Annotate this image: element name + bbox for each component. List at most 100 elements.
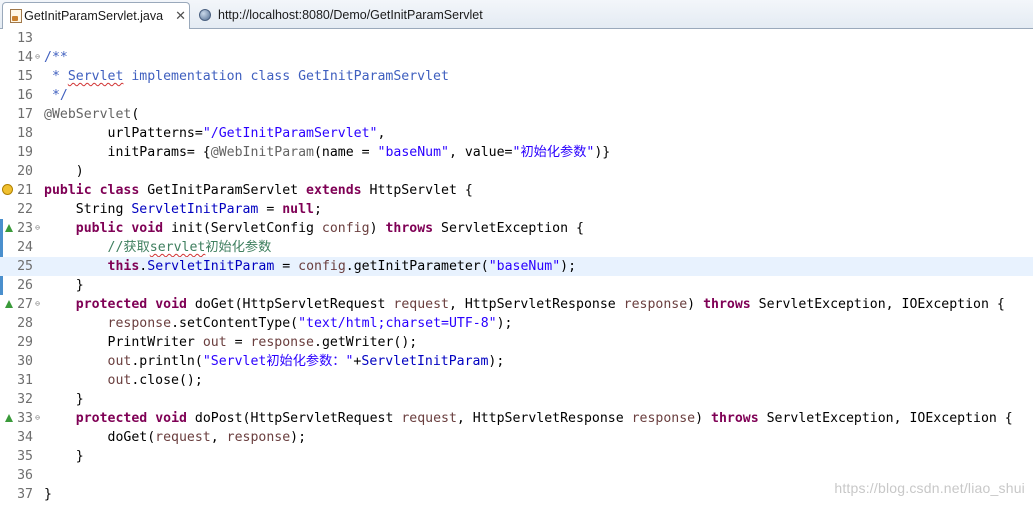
code-token: ; xyxy=(313,202,322,217)
code-token: } xyxy=(44,487,52,502)
code-token: ServletException, IOException { xyxy=(758,411,1013,426)
line-number: 14 xyxy=(17,50,33,65)
code-line[interactable]: 15 * Servlet implementation class GetIni… xyxy=(0,67,1033,86)
override-marker-icon[interactable] xyxy=(5,300,13,308)
line-number: 36 xyxy=(17,468,33,483)
line-number: 17 xyxy=(17,107,33,122)
code-editor[interactable]: 13 14 ⊖/** 15 * Servlet implementation cl… xyxy=(0,29,1033,506)
code-token: , HttpServletResponse xyxy=(448,297,624,312)
code-token: request xyxy=(401,411,457,426)
override-marker-icon[interactable] xyxy=(5,224,13,232)
code-line[interactable]: 18 urlPatterns="/GetInitParamServlet", xyxy=(0,124,1033,143)
code-token: throws xyxy=(711,411,759,426)
line-number: 24 xyxy=(17,240,33,255)
code-token: .println( xyxy=(131,354,203,369)
code-line[interactable]: 33 ⊖ protected void doPost(HttpServletReq… xyxy=(0,409,1033,428)
code-token: doGet( xyxy=(107,430,156,445)
code-line[interactable]: 29 PrintWriter out = response.getWriter(… xyxy=(0,333,1033,352)
fold-collapse-icon[interactable]: ⊖ xyxy=(33,299,42,308)
code-token: urlPatterns= xyxy=(107,126,203,141)
code-token: ); xyxy=(488,354,505,369)
code-line[interactable]: 20 ) xyxy=(0,162,1033,181)
code-token: )} xyxy=(594,145,611,160)
code-line[interactable]: 23 ⊖ public void init(ServletConfig confi… xyxy=(0,219,1033,238)
code-token: response xyxy=(107,316,172,331)
fold-collapse-icon[interactable]: ⊖ xyxy=(33,52,42,61)
code-line-current[interactable]: 25 this.ServletInitParam = config.getIni… xyxy=(0,257,1033,276)
code-token: , HttpServletResponse xyxy=(456,411,632,426)
code-line[interactable]: 30 out.println("Servlet初始化参数："+ServletIn… xyxy=(0,352,1033,371)
warning-icon[interactable] xyxy=(2,184,13,195)
globe-icon xyxy=(197,7,213,23)
code-token: ServletInitParam xyxy=(361,354,489,369)
code-line[interactable]: 19 initParams= {@WebInitParam(name = "ba… xyxy=(0,143,1033,162)
code-line[interactable]: 17 @WebServlet( xyxy=(0,105,1033,124)
java-file-icon xyxy=(8,8,22,24)
code-token: String xyxy=(75,202,132,217)
code-token: ServletException { xyxy=(433,221,584,236)
line-number: 19 xyxy=(17,145,33,160)
code-token: * xyxy=(44,69,68,84)
code-line[interactable]: 31 out.close(); xyxy=(0,371,1033,390)
line-number: 18 xyxy=(17,126,33,141)
close-icon[interactable]: ✕ xyxy=(172,8,189,24)
code-token: response xyxy=(631,411,696,426)
line-number: 32 xyxy=(17,392,33,407)
code-token: PrintWriter xyxy=(107,335,203,350)
code-token: out xyxy=(107,354,132,369)
fold-collapse-icon[interactable]: ⊖ xyxy=(33,413,42,422)
override-marker-icon[interactable] xyxy=(5,414,13,422)
code-line[interactable]: 21 public class GetInitParamServlet exten… xyxy=(0,181,1033,200)
code-line[interactable]: 22 String ServletInitParam = null; xyxy=(0,200,1033,219)
tab-browser-localhost[interactable]: http://localhost:8080/Demo/GetInitParamS… xyxy=(192,2,512,27)
tab-getinitparamservlet-java[interactable]: GetInitParamServlet.java ✕ xyxy=(2,2,190,29)
tab-label: GetInitParamServlet.java xyxy=(24,9,164,23)
code-token: void xyxy=(155,297,187,312)
line-number: 37 xyxy=(17,487,33,502)
code-token: config xyxy=(298,259,346,274)
code-line[interactable]: 26 } xyxy=(0,276,1033,295)
code-token: } xyxy=(44,278,84,293)
code-line[interactable]: 28 response.setContentType("text/html;ch… xyxy=(0,314,1033,333)
code-token: , xyxy=(210,430,227,445)
code-token: public xyxy=(44,183,92,198)
code-line[interactable]: 14 ⊖/** xyxy=(0,48,1033,67)
code-token: void xyxy=(155,411,187,426)
code-token: Servlet xyxy=(67,69,124,84)
line-number: 28 xyxy=(17,316,33,331)
code-token: implementation class GetInitParamServlet xyxy=(123,69,449,84)
line-number: 27 xyxy=(17,297,33,312)
line-number: 22 xyxy=(17,202,33,217)
code-token: = xyxy=(274,259,299,274)
line-number: 35 xyxy=(17,449,33,464)
fold-collapse-icon[interactable]: ⊖ xyxy=(33,223,42,232)
code-line[interactable]: 34 doGet(request, response); xyxy=(0,428,1033,447)
code-token: servlet xyxy=(149,240,206,255)
code-token: extends xyxy=(306,183,362,198)
line-number: 25 xyxy=(17,259,33,274)
code-token: ) xyxy=(687,297,704,312)
line-number: 20 xyxy=(17,164,33,179)
code-line[interactable]: 32 } xyxy=(0,390,1033,409)
code-token: ServletInitParam xyxy=(147,259,275,274)
code-line[interactable]: 16 */ xyxy=(0,86,1033,105)
code-token: class xyxy=(99,183,140,198)
line-number: 29 xyxy=(17,335,33,350)
code-line[interactable]: 35 } xyxy=(0,447,1033,466)
code-line[interactable]: 24 //获取servlet初始化参数 xyxy=(0,238,1033,257)
code-token: request xyxy=(393,297,449,312)
code-token: */ xyxy=(44,88,68,103)
line-number: 15 xyxy=(17,69,33,84)
code-token: ); xyxy=(560,259,577,274)
code-token: response xyxy=(250,335,314,350)
line-number: 33 xyxy=(17,411,33,426)
code-line[interactable]: 13 xyxy=(0,29,1033,48)
code-token: protected xyxy=(75,297,148,312)
code-line[interactable]: 27 ⊖ protected void doGet(HttpServletRequ… xyxy=(0,295,1033,314)
